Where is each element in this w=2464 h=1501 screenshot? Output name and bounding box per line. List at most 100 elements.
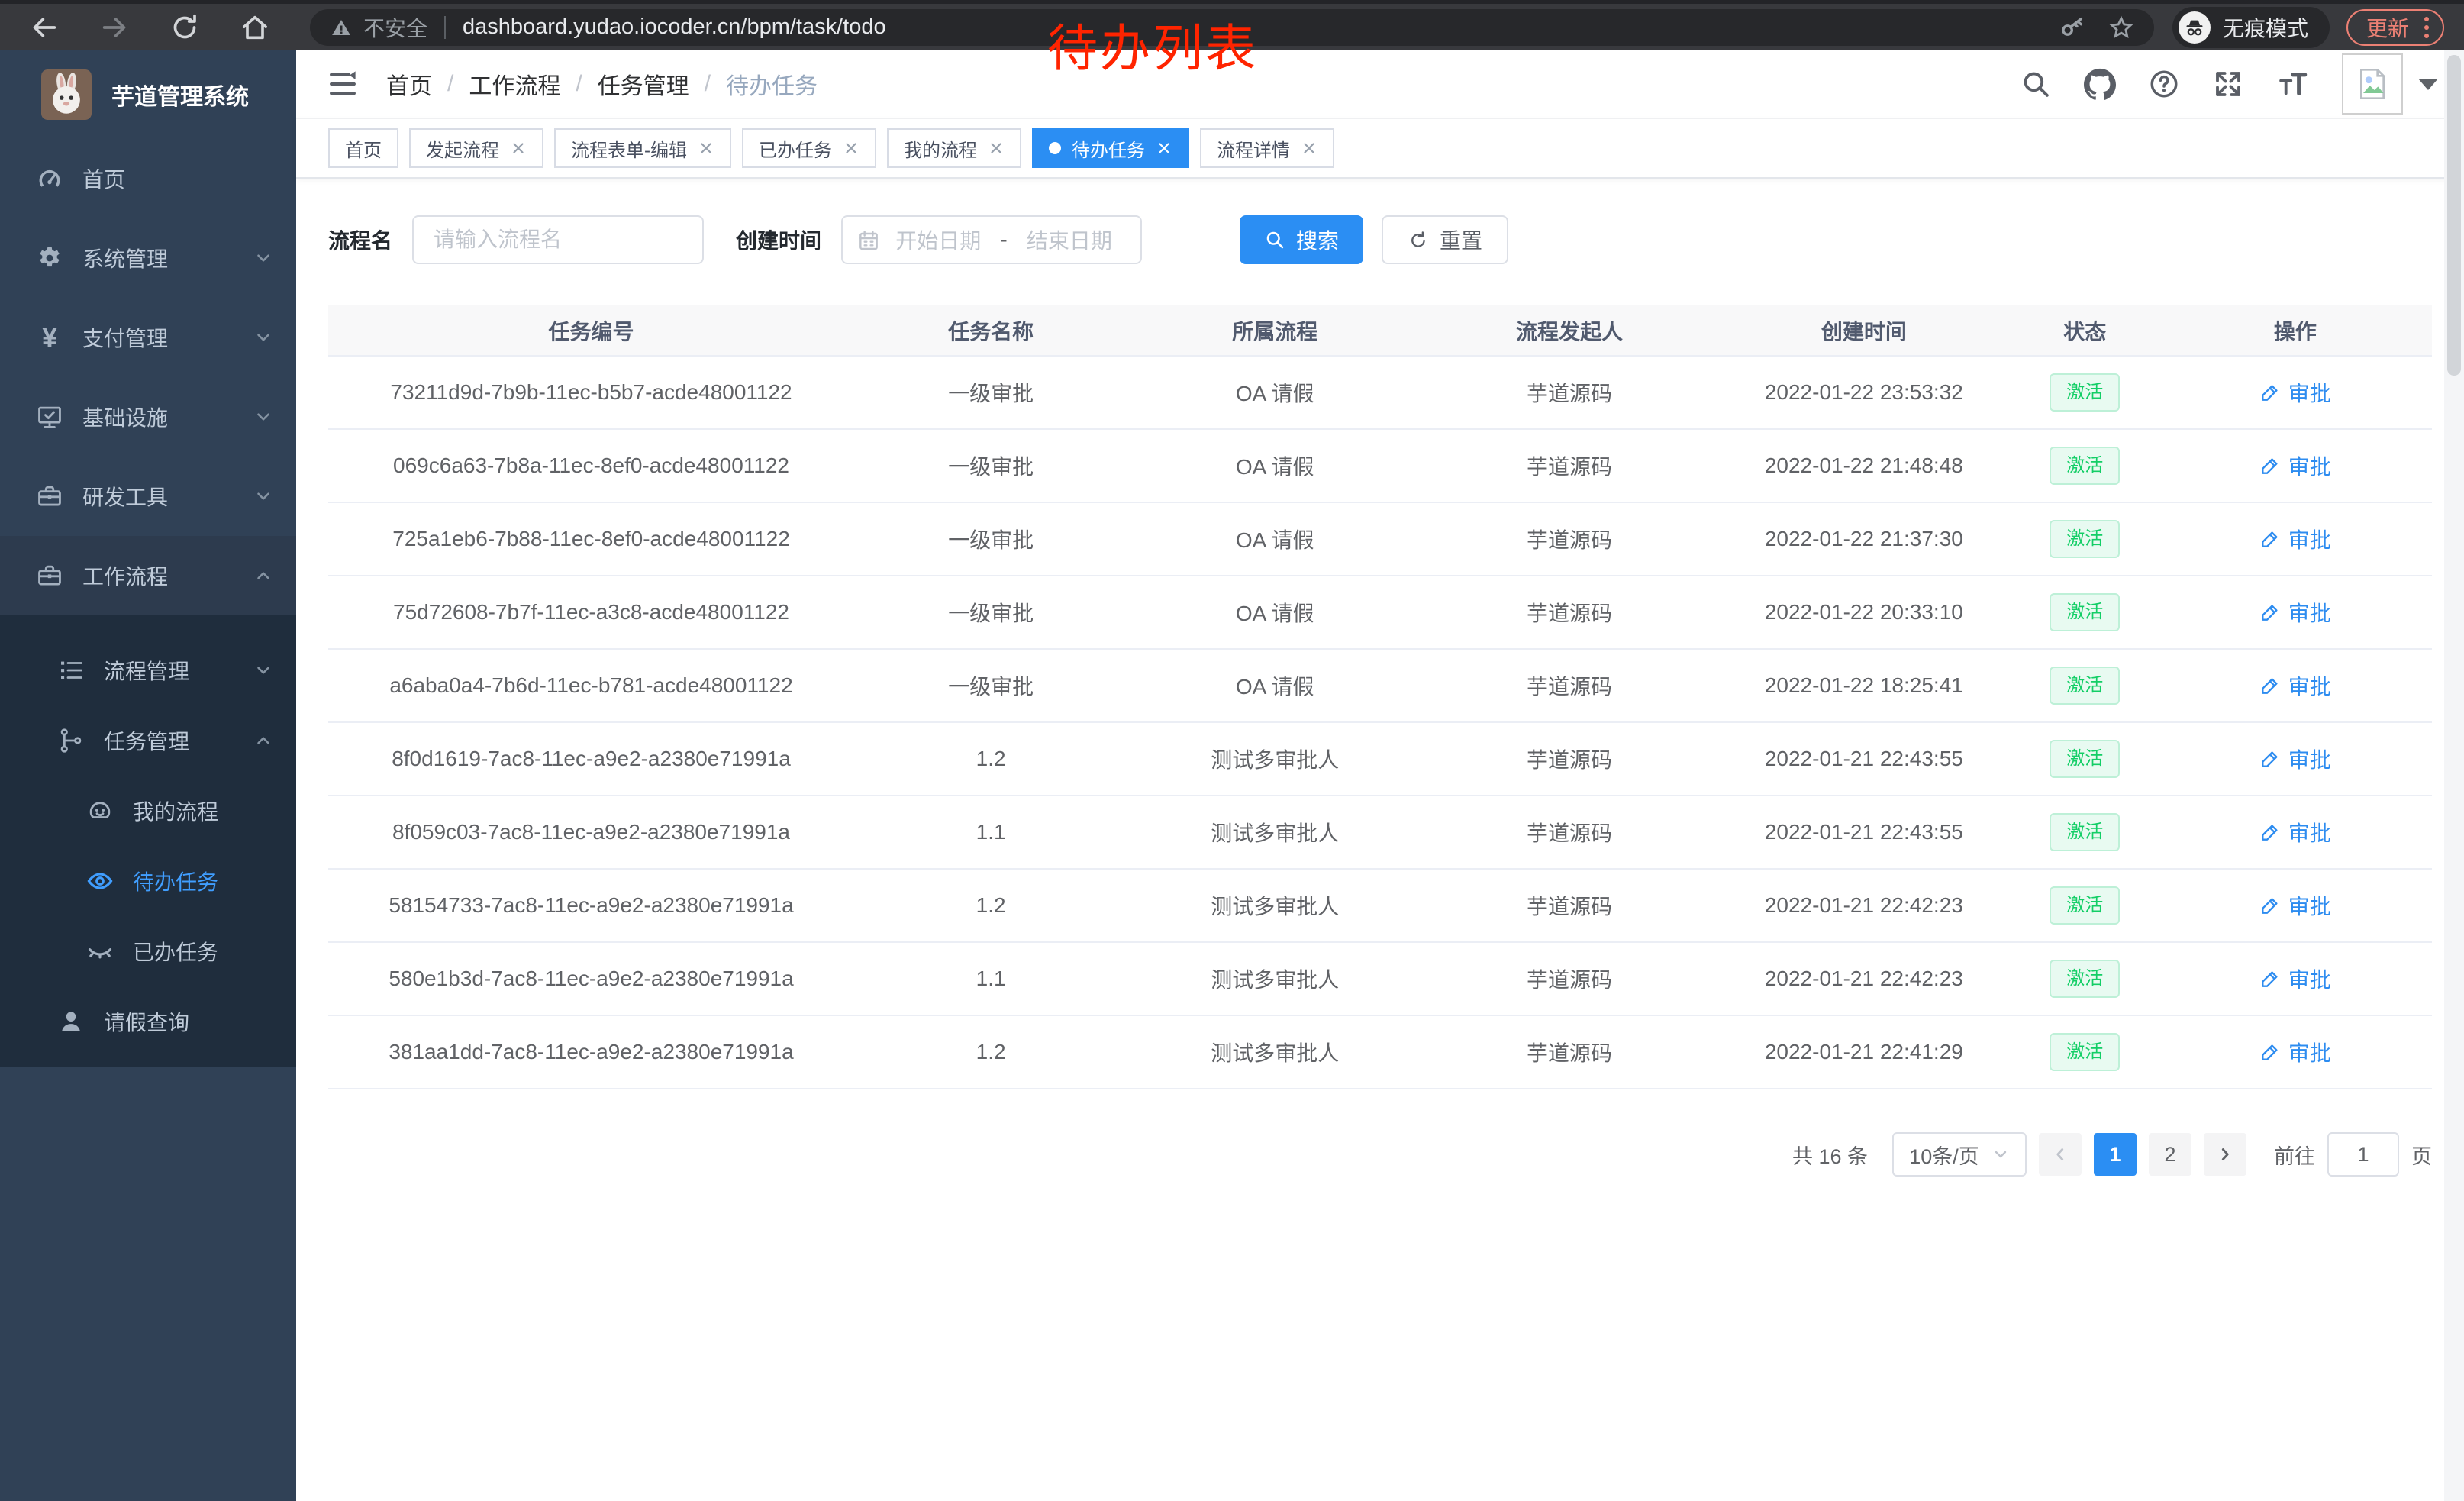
table-row: 069c6a63-7b8a-11ec-8ef0-acde48001122 一级审… [328,429,2432,502]
approve-link[interactable]: 审批 [2259,744,2331,774]
cell-task-name: 1.2 [854,1015,1127,1089]
close-icon[interactable] [988,140,1005,157]
close-icon[interactable] [1301,140,1317,157]
fullscreen-icon[interactable] [2212,68,2244,100]
approve-link[interactable]: 审批 [2259,377,2331,408]
browser-menu-icon[interactable] [2424,17,2429,38]
approve-link[interactable]: 审批 [2259,524,2331,554]
approve-link[interactable]: 审批 [2259,964,2331,994]
sidebar-item-infrastructure[interactable]: 基础设施 [0,377,296,457]
date-range-picker[interactable]: 开始日期 - 结束日期 [841,215,1142,264]
col-status: 状态 [2011,305,2159,356]
end-date-placeholder[interactable]: 结束日期 [1012,224,1127,255]
process-name-input[interactable] [412,215,704,264]
scrollbar-thumb[interactable] [2447,55,2461,376]
cell-initiator: 芋道源码 [1422,722,1717,796]
search-button[interactable]: 搜索 [1240,215,1363,264]
cell-status: 激活 [2011,649,2159,722]
breadcrumb-workflow[interactable]: 工作流程 [469,67,560,101]
cell-created: 2022-01-22 23:53:32 [1717,356,2011,429]
sidebar-fold-icon[interactable] [327,68,359,100]
browser-forward-icon[interactable] [99,12,130,43]
approve-link[interactable]: 审批 [2259,670,2331,701]
cell-status: 激活 [2011,576,2159,649]
breadcrumb-task-management[interactable]: 任务管理 [598,67,689,101]
cell-task-id: 8f059c03-7ac8-11ec-a9e2-a2380e71991a [328,796,854,869]
sidebar-item-workflow[interactable]: 工作流程 [0,536,296,615]
sidebar-item-payment[interactable]: ¥ 支付管理 [0,298,296,377]
table-row: 8f0d1619-7ac8-11ec-a9e2-a2380e71991a 1.2… [328,722,2432,796]
tab-todo-tasks[interactable]: 待办任务 [1032,128,1189,168]
tab-done-tasks[interactable]: 已办任务 [742,128,876,168]
next-page-button[interactable] [2204,1133,2246,1176]
page-button-1[interactable]: 1 [2094,1133,2137,1176]
close-icon[interactable] [843,140,859,157]
approve-link[interactable]: 审批 [2259,597,2331,628]
yen-icon: ¥ [35,323,64,352]
font-size-icon[interactable] [2276,68,2308,100]
sidebar-item-process-management[interactable]: 流程管理 [0,635,296,705]
reset-button[interactable]: 重置 [1382,215,1508,264]
sidebar-item-my-process[interactable]: 我的流程 [0,776,296,846]
browser-reload-icon[interactable] [169,12,200,43]
approve-link[interactable]: 审批 [2259,890,2331,921]
tab-start-process[interactable]: 发起流程 [409,128,543,168]
active-tab-dot [1049,142,1061,154]
browser-back-icon[interactable] [29,12,60,43]
sidebar-item-task-management[interactable]: 任务管理 [0,705,296,776]
avatar-caret-icon[interactable] [2418,79,2438,90]
close-icon[interactable] [510,140,527,157]
security-warning-icon [330,16,353,39]
goto-page-input[interactable] [2327,1132,2399,1177]
search-icon[interactable] [2020,68,2052,100]
sidebar-item-leave-query[interactable]: 请假查询 [0,986,296,1057]
cell-status: 激活 [2011,722,2159,796]
page-scrollbar[interactable] [2444,50,2464,1501]
cell-task-id: 8f0d1619-7ac8-11ec-a9e2-a2380e71991a [328,722,854,796]
help-icon[interactable] [2148,68,2180,100]
close-icon[interactable] [1156,140,1172,157]
app-logo[interactable]: 芋道管理系统 [0,50,296,139]
sidebar-item-done-tasks[interactable]: 已办任务 [0,916,296,986]
cell-initiator: 芋道源码 [1422,576,1717,649]
cell-created: 2022-01-22 21:48:48 [1717,429,2011,502]
browser-update-button[interactable]: 更新 [2346,9,2444,46]
browser-home-icon[interactable] [240,12,270,43]
chevron-down-icon [253,328,273,347]
sidebar-menu: 首页 系统管理 ¥ 支付管理 基础设施 [0,139,296,1067]
tab-home[interactable]: 首页 [328,128,398,168]
cell-status: 激活 [2011,502,2159,576]
edit-pencil-icon [2259,528,2281,550]
tab-process-detail[interactable]: 流程详情 [1200,128,1334,168]
eye-open-icon [85,867,114,896]
status-badge: 激活 [2050,886,2120,925]
close-icon[interactable] [698,140,714,157]
page-button-2[interactable]: 2 [2149,1133,2191,1176]
cell-task-name: 1.1 [854,942,1127,1015]
prev-page-button[interactable] [2039,1133,2082,1176]
sidebar-item-home[interactable]: 首页 [0,139,296,218]
tab-my-process[interactable]: 我的流程 [887,128,1021,168]
page-size-select[interactable]: 10条/页 [1892,1132,2027,1177]
cell-task-name: 一级审批 [854,502,1127,576]
sidebar-item-devtools[interactable]: 研发工具 [0,457,296,536]
bookmark-star-icon[interactable] [2108,15,2134,40]
key-icon[interactable] [2059,15,2085,40]
col-created: 创建时间 [1717,305,2011,356]
approve-link[interactable]: 审批 [2259,817,2331,847]
cell-task-name: 1.1 [854,796,1127,869]
col-initiator: 流程发起人 [1422,305,1717,356]
address-bar[interactable]: 不安全 dashboard.yudao.iocoder.cn/bpm/task/… [310,9,2154,46]
avatar[interactable] [2342,53,2403,115]
start-date-placeholder[interactable]: 开始日期 [881,224,995,255]
tab-process-form-edit[interactable]: 流程表单-编辑 [554,128,731,168]
sidebar-item-todo-tasks[interactable]: 待办任务 [0,846,296,916]
approve-link[interactable]: 审批 [2259,1037,2331,1067]
breadcrumb-home[interactable]: 首页 [386,67,432,101]
cell-process: 测试多审批人 [1127,722,1422,796]
cell-action: 审批 [2159,722,2432,796]
sidebar-item-system[interactable]: 系统管理 [0,218,296,298]
page-content: 流程名 创建时间 开始日期 - 结束日期 搜索 重置 [296,179,2464,1501]
github-icon[interactable] [2084,68,2116,100]
approve-link[interactable]: 审批 [2259,450,2331,481]
